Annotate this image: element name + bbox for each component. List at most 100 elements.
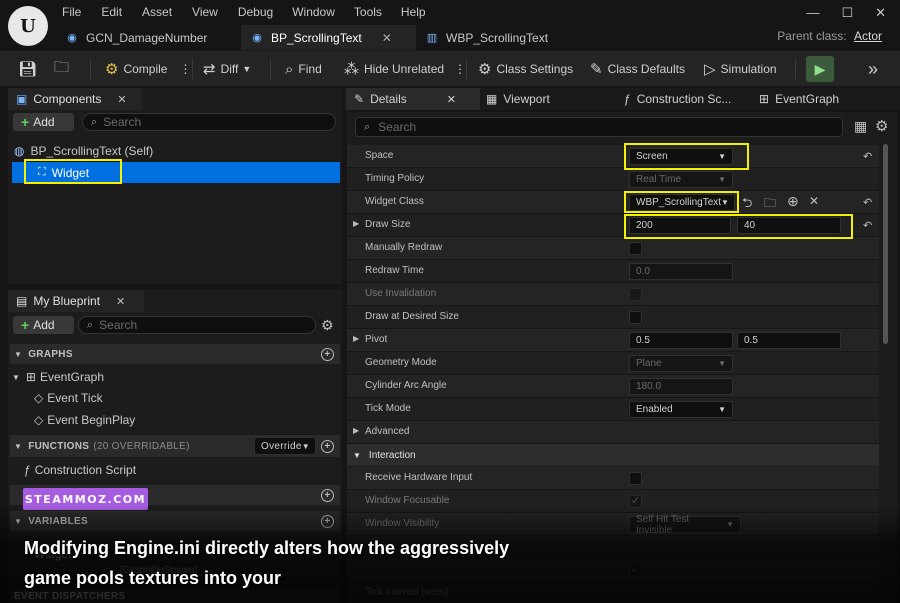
reset-to-default-icon[interactable]: ↶ [863,150,872,163]
class-settings-button[interactable]: ⚙ Class Settings [478,51,573,87]
hide-unrelated-button[interactable]: ⁂ Hide Unrelated ⋮ [344,51,466,87]
tab-viewport[interactable]: ▦ Viewport [486,88,550,110]
tick-mode-dropdown[interactable]: Enabled ▼ [629,401,733,418]
space-dropdown[interactable]: Screen ▼ [629,148,733,165]
redraw-time-input[interactable]: 0.0 [629,263,733,280]
more-options-icon[interactable]: ⋮ [179,62,191,76]
add-macro-icon[interactable]: + [321,488,334,502]
hidden-checkbox[interactable] [629,563,642,577]
close-panel-icon[interactable]: ✕ [117,93,126,106]
tab-wbp-scrolling-text[interactable]: ▥ WBP_ScrollingText [416,25,596,50]
close-panel-icon[interactable]: ✕ [116,295,125,308]
plus-icon: + [21,114,30,130]
tab-components[interactable]: ▣ Components ✕ [8,88,142,110]
add-variable-icon[interactable]: + [321,514,334,528]
close-tab-icon[interactable]: ✕ [382,31,392,45]
component-widget[interactable]: ⛶ Widget [12,162,340,183]
diff-button[interactable]: ⇄ Diff ▼ [203,51,251,87]
window-visibility-dropdown[interactable]: Self Hit Test Invisible ▼ [629,514,741,536]
details-scrollbar[interactable] [883,144,888,344]
search-icon: ⌕ [91,115,98,128]
settings-gear-icon[interactable]: ⚙ [875,117,888,135]
use-invalidation-checkbox[interactable] [629,288,642,301]
tab-event-graph[interactable]: ⊞ EventGraph [759,88,839,110]
geometry-mode-dropdown[interactable]: Plane ▼ [629,355,733,372]
draw-size-y-input[interactable]: 40 [737,217,841,234]
interaction-category[interactable]: ▼ Interaction [347,444,879,466]
prop-space: Space Screen ▼ ↶ [347,145,879,168]
draw-desired-checkbox[interactable] [629,311,642,324]
my-blueprint-search-input[interactable]: ⌕ Search [78,316,316,334]
settings-gear-icon[interactable]: ⚙ [321,317,334,334]
event-icon: ◇ [34,413,44,427]
menu-debug[interactable]: Debug [238,5,273,19]
tab-bp-scrolling-text[interactable]: ◉ BP_ScrollingText ✕ [241,25,416,50]
event-graph-item[interactable]: ▼ ⊞ EventGraph [12,367,104,387]
menu-help[interactable]: Help [401,5,426,19]
pivot-x-input[interactable]: 0.5 [629,332,733,349]
expand-arrow-icon[interactable]: ▶ [353,426,359,435]
browse-asset-icon[interactable]: 🗀︎ [764,194,776,215]
menu-window[interactable]: Window [292,5,335,19]
widget-class-dropdown[interactable]: WBP_ScrollingText ▼ [629,194,735,211]
unreal-logo-icon[interactable]: U [8,6,48,46]
play-button[interactable]: ▶ [806,56,834,82]
add-component-button[interactable]: + Add [13,113,74,131]
maximize-icon[interactable]: ☐ [841,5,853,21]
receive-hw-input-checkbox[interactable] [629,472,642,485]
use-selected-icon[interactable]: ⮌ [742,194,752,216]
menu-edit[interactable]: Edit [101,5,122,19]
expand-arrow-icon[interactable]: ▶ [353,219,359,228]
tab-details[interactable]: ✎ Details ✕ [346,88,480,110]
tab-construction-script[interactable]: ƒ Construction Sc... [624,88,731,110]
cylinder-arc-input[interactable]: 180.0 [629,378,733,395]
menu-tools[interactable]: Tools [354,5,382,19]
clear-icon[interactable]: ✕ [809,194,819,208]
manually-redraw-checkbox[interactable] [629,242,642,255]
reset-to-default-icon[interactable]: ↶ [863,219,872,232]
menu-file[interactable]: File [62,5,81,19]
double-chevron-right-icon: » [868,58,879,79]
property-matrix-icon[interactable]: ▦ [854,118,867,135]
close-panel-icon[interactable]: ✕ [447,93,456,106]
prop-advanced[interactable]: ▶ Advanced [347,421,879,444]
construction-script-item[interactable]: ƒ Construction Script [24,460,136,480]
window-focusable-checkbox[interactable] [629,494,642,508]
add-function-icon[interactable]: + [321,439,334,453]
graphs-header[interactable]: ▼ GRAPHS + [10,344,340,364]
expand-toolbar-button[interactable]: » [868,51,878,87]
simulation-button[interactable]: ▷ Simulation [704,51,777,87]
tab-gcn-damage-number[interactable]: ◉ GCN_DamageNumber [56,25,241,50]
draw-size-x-input[interactable]: 200 [629,217,731,234]
class-defaults-button[interactable]: ✎ Class Defaults [590,51,685,87]
parent-class-link[interactable]: Actor [854,29,882,43]
add-label: Add [33,115,55,129]
event-tick-item[interactable]: ◇ Event Tick [34,388,103,408]
components-search-input[interactable]: ⌕ Search [82,113,336,131]
save-button[interactable]: 💾︎ [18,51,42,87]
expand-arrow-icon[interactable]: ▶ [353,334,359,343]
add-new-icon[interactable]: ⊕ [787,193,799,210]
add-member-button[interactable]: + Add [13,316,74,334]
tab-my-blueprint[interactable]: ▤ My Blueprint ✕ [8,290,144,312]
timing-policy-dropdown[interactable]: Real Time ▼ [629,171,733,188]
event-begin-play-item[interactable]: ◇ Event BeginPlay [34,410,135,430]
component-root[interactable]: ◍ BP_ScrollingText (Self) [14,141,340,161]
more-options-icon[interactable]: ⋮ [454,62,466,76]
minimize-icon[interactable]: — [806,5,819,21]
find-button[interactable]: ⌕ Find [285,51,322,87]
browse-button[interactable]: 🗀︎ [54,51,74,87]
variables-header[interactable]: ▼ VARIABLES + [10,511,340,531]
close-window-icon[interactable]: ✕ [875,5,886,21]
functions-header[interactable]: ▼ FUNCTIONS (20 OVERRIDABLE) Override ▼ … [10,435,340,457]
add-graph-icon[interactable]: + [321,347,334,361]
menu-asset[interactable]: Asset [142,5,172,19]
details-search-input[interactable]: ⌕ Search [355,117,843,137]
construction-script-label: Construction Script [34,463,137,477]
compile-button[interactable]: ⚙ Compile ⋮ [105,51,191,87]
pivot-y-input[interactable]: 0.5 [737,332,841,349]
reset-to-default-icon[interactable]: ↶ [863,196,872,209]
override-dropdown[interactable]: Override ▼ [254,437,316,455]
menu-view[interactable]: View [192,5,218,19]
divider [466,59,467,79]
